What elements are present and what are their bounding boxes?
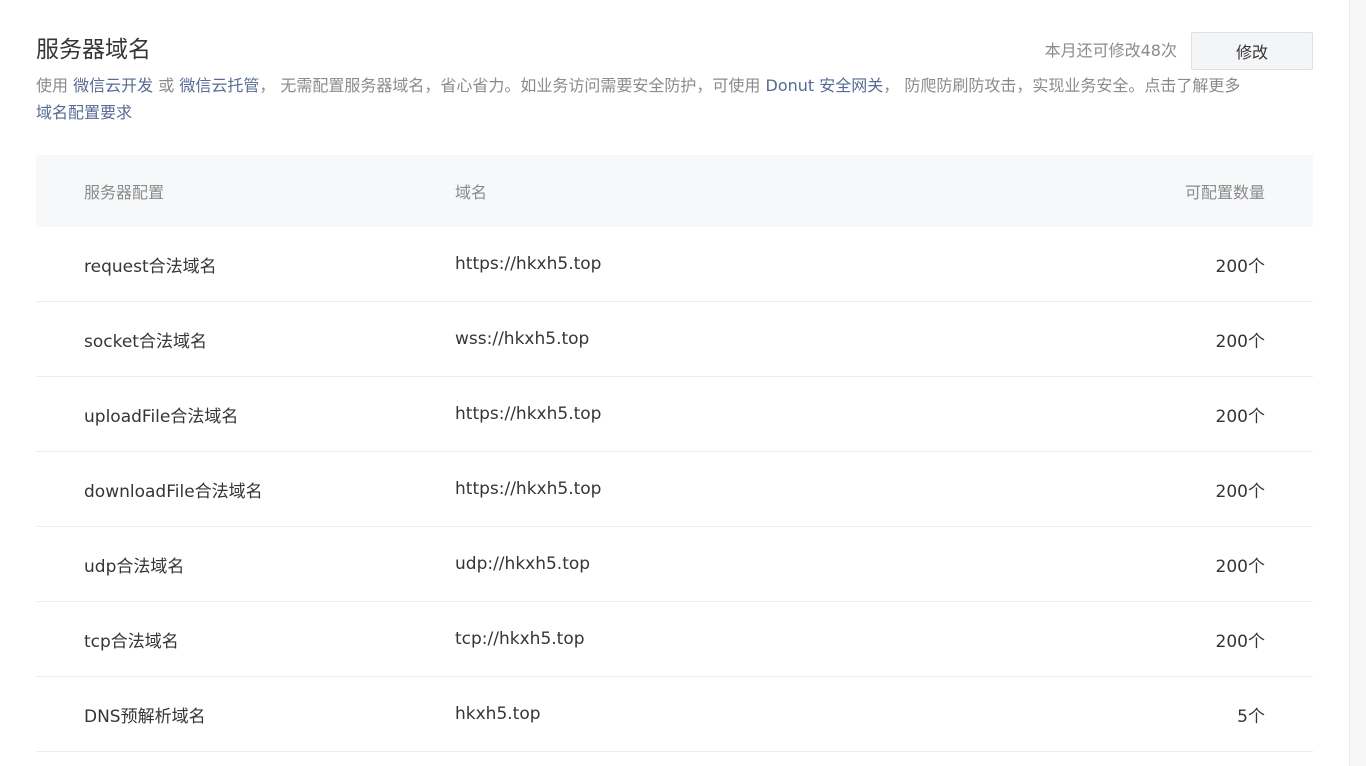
row-count: 5个 [1237, 706, 1265, 727]
row-config: request合法域名 [84, 256, 217, 277]
table-row: downloadFile合法域名 https://hkxh5.top 200个 [36, 452, 1313, 527]
table-row: DNS预解析域名 hkxh5.top 5个 [36, 677, 1313, 752]
row-count: 200个 [1215, 406, 1265, 427]
table-row: tcp合法域名 tcp://hkxh5.top 200个 [36, 602, 1313, 677]
row-config: downloadFile合法域名 [84, 481, 263, 502]
row-count: 200个 [1215, 481, 1265, 502]
desc-prefix: 使用 [36, 76, 69, 95]
description: 使用 微信云开发 或 微信云托管， 无需配置服务器域名，省心省力。如业务访问需要… [36, 72, 1316, 126]
row-domain: https://hkxh5.top [455, 404, 602, 424]
edit-button[interactable]: 修改 [1191, 32, 1313, 70]
row-domain: https://hkxh5.top [455, 479, 602, 499]
remaining-edits-text: 本月还可修改48次 [1044, 41, 1177, 60]
row-domain: https://hkxh5.top [455, 254, 602, 274]
header-config: 服务器配置 [84, 183, 165, 202]
row-count: 200个 [1215, 331, 1265, 352]
desc-or: 或 [153, 76, 180, 95]
row-config: tcp合法域名 [84, 631, 179, 652]
row-count: 200个 [1215, 631, 1265, 652]
row-count: 200个 [1215, 556, 1265, 577]
page: 服务器域名 本月还可修改48次 修改 使用 微信云开发 或 微信云托管， 无需配… [0, 0, 1366, 766]
cloud-dev-link[interactable]: 微信云开发 [73, 76, 153, 95]
domain-requirements-link[interactable]: 域名配置要求 [36, 103, 132, 122]
section-header: 服务器域名 本月还可修改48次 修改 [36, 32, 1313, 70]
table-row: request合法域名 https://hkxh5.top 200个 [36, 227, 1313, 302]
domain-table: 服务器配置 域名 可配置数量 request合法域名 https://hkxh5… [36, 155, 1313, 752]
donut-gateway-link[interactable]: Donut 安全网关 [766, 76, 884, 95]
row-config: udp合法域名 [84, 556, 185, 577]
row-domain: tcp://hkxh5.top [455, 629, 585, 649]
table-row: udp合法域名 udp://hkxh5.top 200个 [36, 527, 1313, 602]
row-domain: hkxh5.top [455, 704, 541, 724]
header-count: 可配置数量 [1184, 183, 1265, 202]
header-domain: 域名 [455, 183, 488, 202]
desc-middle: ， 无需配置服务器域名，省心省力。如业务访问需要安全防护，可使用 [259, 76, 766, 95]
scrollbar-track[interactable] [1349, 0, 1366, 766]
row-config: socket合法域名 [84, 331, 207, 352]
table-row: socket合法域名 wss://hkxh5.top 200个 [36, 302, 1313, 377]
row-config: DNS预解析域名 [84, 706, 206, 727]
row-config: uploadFile合法域名 [84, 406, 239, 427]
row-count: 200个 [1215, 256, 1265, 277]
quota-area: 本月还可修改48次 修改 [1045, 32, 1313, 70]
table-row: uploadFile合法域名 https://hkxh5.top 200个 [36, 377, 1313, 452]
desc-suffix: ， 防爬防刷防攻击，实现业务安全。点击了解更多 [883, 76, 1241, 95]
cloud-host-link[interactable]: 微信云托管 [179, 76, 259, 95]
row-domain: wss://hkxh5.top [455, 329, 590, 349]
table-header: 服务器配置 域名 可配置数量 [36, 155, 1313, 227]
row-domain: udp://hkxh5.top [455, 554, 591, 574]
